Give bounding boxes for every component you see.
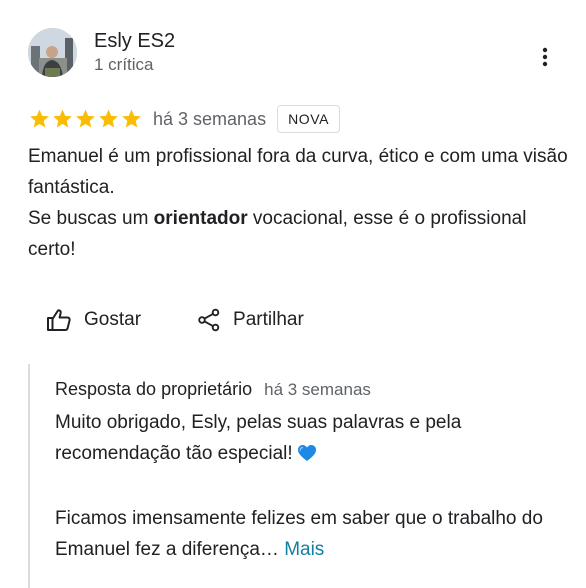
star-rating [28,108,143,130]
review-card: Esly ES2 1 crítica há 3 semanas NOVA Ema… [0,0,586,588]
author-name[interactable]: Esly ES2 [94,29,175,53]
reply-paragraph-1: Muito obrigado, Esly, pelas suas palavra… [55,407,545,472]
review-text: Emanuel é um profissional fora da curva,… [28,141,568,265]
review-text-segment: Se buscas um [28,208,154,229]
reply-paragraph-1-text: Muito obrigado, Esly, pelas suas palavra… [55,412,462,464]
star-icon [53,109,72,128]
reply-header: Resposta do proprietário há 3 semanas [55,379,371,400]
like-label: Gostar [84,309,142,330]
author-info: Esly ES2 1 crítica [94,29,175,76]
review-text-line2: Se buscas um orientador vocacional, esse… [28,203,568,265]
review-text-line1: Emanuel é um profissional fora da curva,… [28,146,568,198]
avatar[interactable] [28,28,77,77]
review-actions: Gostar Partilhar [46,308,304,332]
new-badge: NOVA [277,105,341,133]
like-button[interactable]: Gostar [46,308,141,332]
share-label: Partilhar [233,309,304,330]
star-icon [30,109,49,128]
star-icon [99,109,118,128]
avatar-photo [28,28,77,77]
more-options-button[interactable] [532,42,558,72]
star-icon [122,109,141,128]
reply-date: há 3 semanas [264,380,371,399]
owner-reply: Resposta do proprietário há 3 semanas Mu… [28,364,550,588]
review-header: Esly ES2 1 crítica [28,28,175,77]
more-link[interactable]: Mais [284,539,324,560]
review-date: há 3 semanas [153,108,267,129]
reply-text: Muito obrigado, Esly, pelas suas palavra… [55,407,545,565]
review-text-bold: orientador [153,208,248,229]
blue-heart-icon [297,441,317,472]
reply-title: Resposta do proprietário [55,379,253,399]
more-vert-icon [542,47,548,67]
thumb-up-icon [47,309,71,331]
share-button[interactable]: Partilhar [197,308,304,332]
star-icon [76,109,95,128]
rating-row: há 3 semanas NOVA [28,104,341,134]
reply-paragraph-2: Ficamos imensamente felizes em saber que… [55,503,545,565]
author-review-count: 1 crítica [94,55,154,74]
share-icon [198,308,220,332]
